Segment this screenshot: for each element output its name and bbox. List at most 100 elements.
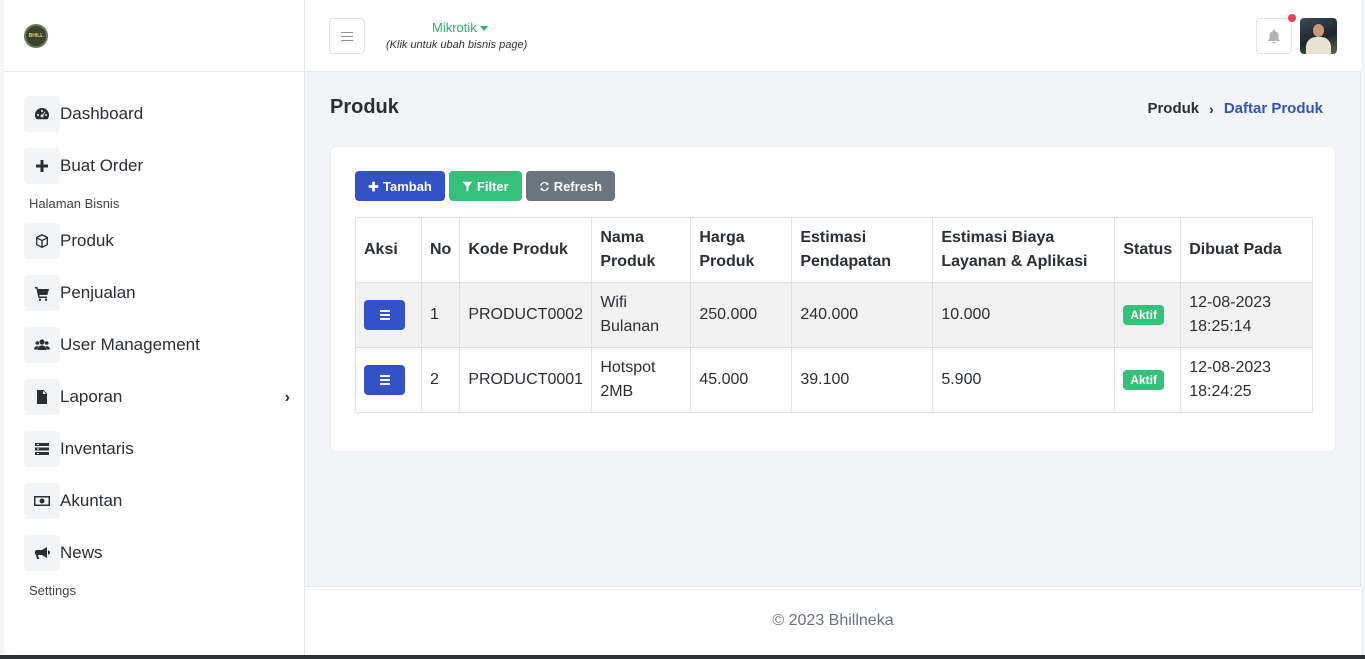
cell-status: Aktif bbox=[1114, 282, 1182, 348]
section-label-business: Halaman Bisnis bbox=[29, 196, 120, 211]
sidebar-item-inventaris[interactable]: Inventaris bbox=[24, 431, 290, 467]
cell-no: 2 bbox=[420, 347, 461, 413]
user-avatar[interactable] bbox=[1300, 18, 1337, 54]
bullhorn-icon bbox=[24, 535, 60, 571]
caret-down-icon bbox=[479, 26, 488, 32]
business-name: Mikrotik bbox=[432, 20, 477, 35]
logo-text: BHILL bbox=[28, 33, 44, 39]
business-hint: (Klik untuk ubah bisnis page) bbox=[386, 39, 528, 51]
section-label-settings: Settings bbox=[29, 583, 76, 598]
col-header-estimasi-biaya: Estimasi Biaya Layanan & Aplikasi bbox=[932, 217, 1116, 283]
add-button[interactable]: Tambah bbox=[355, 171, 445, 201]
col-header-no: No bbox=[420, 217, 461, 283]
cell-estimasi-pendapatan: 39.100 bbox=[791, 347, 934, 413]
notification-dot bbox=[1288, 14, 1296, 22]
sidebar-item-label: Laporan bbox=[60, 387, 123, 406]
add-button-label: Tambah bbox=[383, 178, 432, 194]
sidebar-item-label: Inventaris bbox=[60, 439, 134, 458]
sidebar-item-dashboard[interactable]: Dashboard bbox=[24, 96, 290, 132]
sidebar-brand: BHILL bbox=[4, 0, 304, 72]
cell-status: Aktif bbox=[1114, 347, 1182, 413]
cell-estimasi-pendapatan: 240.000 bbox=[791, 282, 934, 348]
col-header-nama-produk: Nama Produk bbox=[591, 217, 692, 283]
sidebar-item-label: User Management bbox=[60, 335, 200, 354]
sidebar-item-label: News bbox=[60, 543, 103, 562]
cell-aksi bbox=[355, 347, 422, 413]
product-table: Aksi No Kode Produk Nama Produk Harga Pr… bbox=[355, 217, 1313, 413]
filter-icon bbox=[462, 181, 473, 192]
cell-estimasi-biaya: 5.900 bbox=[932, 347, 1116, 413]
avatar-face bbox=[1313, 24, 1324, 37]
refresh-icon bbox=[539, 181, 549, 191]
cell-nama-produk: Wifi Bulanan bbox=[591, 282, 692, 348]
taskbar-strip bbox=[0, 655, 1365, 659]
top-header: Mikrotik (Klik untuk ubah bisnis page) bbox=[305, 0, 1361, 72]
brand-logo[interactable]: BHILL bbox=[24, 24, 48, 48]
col-header-status: Status bbox=[1114, 217, 1182, 283]
sidebar-item-produk[interactable]: Produk bbox=[24, 223, 290, 259]
cell-dibuat-pada: 12-08-2023 18:24:25 bbox=[1180, 347, 1313, 413]
chevron-right-icon: › bbox=[284, 389, 290, 406]
cell-aksi bbox=[355, 282, 422, 348]
cell-harga-produk: 250.000 bbox=[690, 282, 793, 348]
notification-button[interactable] bbox=[1256, 18, 1292, 54]
table-row: 2 PRODUCT0001 Hotspot 2MB 45.000 39.100 … bbox=[355, 347, 1313, 413]
page-title: Produk bbox=[330, 96, 399, 118]
sidebar-item-label: Buat Order bbox=[60, 156, 144, 175]
sidebar-item-label: Penjualan bbox=[60, 283, 136, 302]
row-action-button[interactable] bbox=[364, 300, 405, 330]
sidebar-item-label: Dashboard bbox=[60, 104, 144, 123]
col-header-dibuat-pada: Dibuat Pada bbox=[1180, 217, 1313, 283]
cell-kode-produk: PRODUCT0002 bbox=[459, 282, 593, 348]
cell-no: 1 bbox=[420, 282, 461, 348]
filter-button-label: Filter bbox=[476, 178, 509, 194]
table-header-row: Aksi No Kode Produk Nama Produk Harga Pr… bbox=[355, 217, 1313, 283]
chevron-right-icon: › bbox=[1209, 100, 1214, 117]
sidebar: BHILL Dashboard Buat Order Halaman Bisni… bbox=[4, 0, 305, 655]
sidebar-item-akuntan[interactable]: Akuntan bbox=[24, 483, 290, 519]
sidebar-item-label: Produk bbox=[60, 231, 114, 250]
col-header-kode-produk: Kode Produk bbox=[459, 217, 593, 283]
bell-icon bbox=[1268, 29, 1280, 44]
money-icon bbox=[24, 483, 60, 519]
box-icon bbox=[24, 223, 60, 259]
status-badge: Aktif bbox=[1123, 305, 1164, 325]
breadcrumb-item-produk[interactable]: Produk bbox=[1147, 100, 1199, 117]
plus-icon bbox=[368, 181, 379, 191]
bars-icon bbox=[379, 314, 390, 316]
file-icon bbox=[24, 379, 60, 415]
sidebar-item-laporan[interactable]: Laporan › bbox=[24, 379, 290, 415]
app-frame: BHILL Dashboard Buat Order Halaman Bisni… bbox=[4, 0, 1361, 655]
col-header-aksi: Aksi bbox=[355, 217, 422, 283]
cell-estimasi-biaya: 10.000 bbox=[932, 282, 1116, 348]
cell-harga-produk: 45.000 bbox=[690, 347, 793, 413]
menu-toggle-button[interactable] bbox=[329, 18, 365, 54]
cell-nama-produk: Hotspot 2MB bbox=[591, 347, 692, 413]
users-icon bbox=[24, 327, 60, 363]
list-icon bbox=[24, 431, 60, 467]
business-switcher[interactable]: Mikrotik bbox=[432, 20, 488, 35]
status-badge: Aktif bbox=[1123, 370, 1164, 390]
breadcrumb-item-daftar-produk: Daftar Produk bbox=[1223, 100, 1323, 117]
cell-kode-produk: PRODUCT0001 bbox=[459, 347, 593, 413]
sidebar-item-user-management[interactable]: User Management bbox=[24, 327, 290, 363]
toolbar: Tambah Filter Refresh bbox=[355, 171, 616, 201]
sidebar-item-news[interactable]: News bbox=[24, 535, 290, 571]
cell-dibuat-pada: 12-08-2023 18:25:14 bbox=[1180, 282, 1313, 348]
breadcrumb: Produk › Daftar Produk bbox=[1147, 100, 1323, 117]
footer: © 2023 Bhillneka bbox=[305, 586, 1361, 655]
plus-icon bbox=[24, 148, 60, 184]
sidebar-item-buat-order[interactable]: Buat Order bbox=[24, 148, 290, 184]
row-action-button[interactable] bbox=[364, 365, 405, 395]
sidebar-item-label: Akuntan bbox=[60, 491, 123, 510]
sidebar-item-penjualan[interactable]: Penjualan bbox=[24, 275, 290, 311]
col-header-harga-produk: Harga Produk bbox=[690, 217, 793, 283]
refresh-button-label: Refresh bbox=[553, 178, 603, 194]
bars-icon bbox=[379, 379, 390, 381]
filter-button[interactable]: Filter bbox=[448, 171, 522, 201]
refresh-button[interactable]: Refresh bbox=[525, 171, 616, 201]
dashboard-icon bbox=[24, 96, 60, 132]
cart-icon bbox=[24, 275, 60, 311]
copyright-text: © 2023 Bhillneka bbox=[772, 612, 894, 629]
avatar-body bbox=[1306, 37, 1331, 54]
